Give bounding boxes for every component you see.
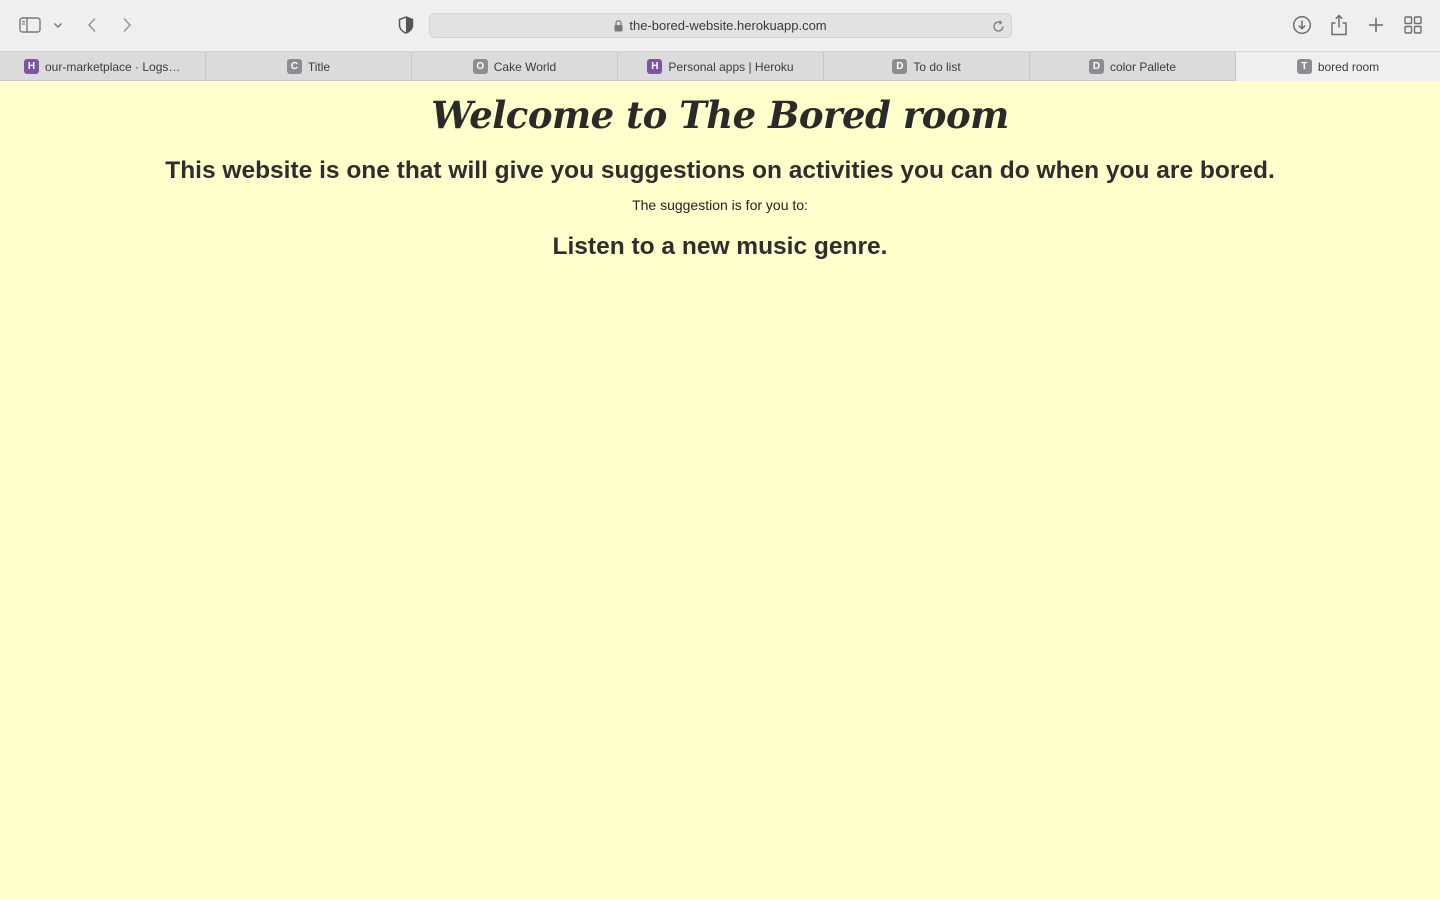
letter-favicon-icon: D [1088,59,1104,74]
suggestion-text: Listen to a new music genre. [552,233,888,260]
tab-personal-apps-heroku[interactable]: H Personal apps | Heroku [618,52,824,81]
tab-label: our-marketplace · Logs |... [45,59,181,74]
tab-bored-room[interactable]: T bored room [1236,52,1440,81]
page-description: This website is one that will give you s… [165,157,1275,184]
tab-cake-world[interactable]: O Cake World [412,52,618,81]
tab-bar: H our-marketplace · Logs |... C Title O … [0,52,1440,81]
plus-icon[interactable] [1364,13,1388,37]
suggestion-label: The suggestion is for you to: [632,197,808,213]
tab-title[interactable]: C Title [206,52,412,81]
letter-favicon-icon: D [892,59,908,74]
heroku-favicon-icon: H [24,59,39,74]
tab-label: color Pallete [1109,59,1177,74]
tab-color-pallete[interactable]: D color Pallete [1030,52,1236,81]
sidebar-icon[interactable] [16,13,44,37]
letter-favicon-icon: T [1296,59,1312,74]
lock-icon [614,19,623,32]
back-icon[interactable] [80,13,104,37]
tab-overview-icon[interactable] [1401,13,1425,37]
tab-label: Cake World [493,59,557,74]
tab-label: bored room [1317,59,1380,74]
tab-to-do-list[interactable]: D To do list [824,52,1030,81]
reload-icon[interactable] [989,17,1007,35]
browser-toolbar: the-bored-website.herokuapp.com [0,0,1440,52]
letter-favicon-icon: O [472,59,488,74]
tab-label: Personal apps | Heroku [668,59,794,74]
tab-label: To do list [913,59,961,74]
shield-icon[interactable] [395,14,417,36]
share-icon[interactable] [1327,12,1351,38]
forward-icon[interactable] [115,13,139,37]
page-title: Welcome to The Bored room [431,93,1009,137]
chevron-down-icon[interactable] [50,15,66,35]
url-text: the-bored-website.herokuapp.com [629,18,827,33]
page-content: Welcome to The Bored room This website i… [0,81,1440,900]
letter-favicon-icon: C [286,59,302,74]
tab-label: Title [307,59,331,74]
heroku-favicon-icon: H [647,59,663,74]
download-icon[interactable] [1290,13,1314,37]
address-bar[interactable]: the-bored-website.herokuapp.com [429,13,1012,38]
tab-our-marketplace[interactable]: H our-marketplace · Logs |... [0,52,206,81]
